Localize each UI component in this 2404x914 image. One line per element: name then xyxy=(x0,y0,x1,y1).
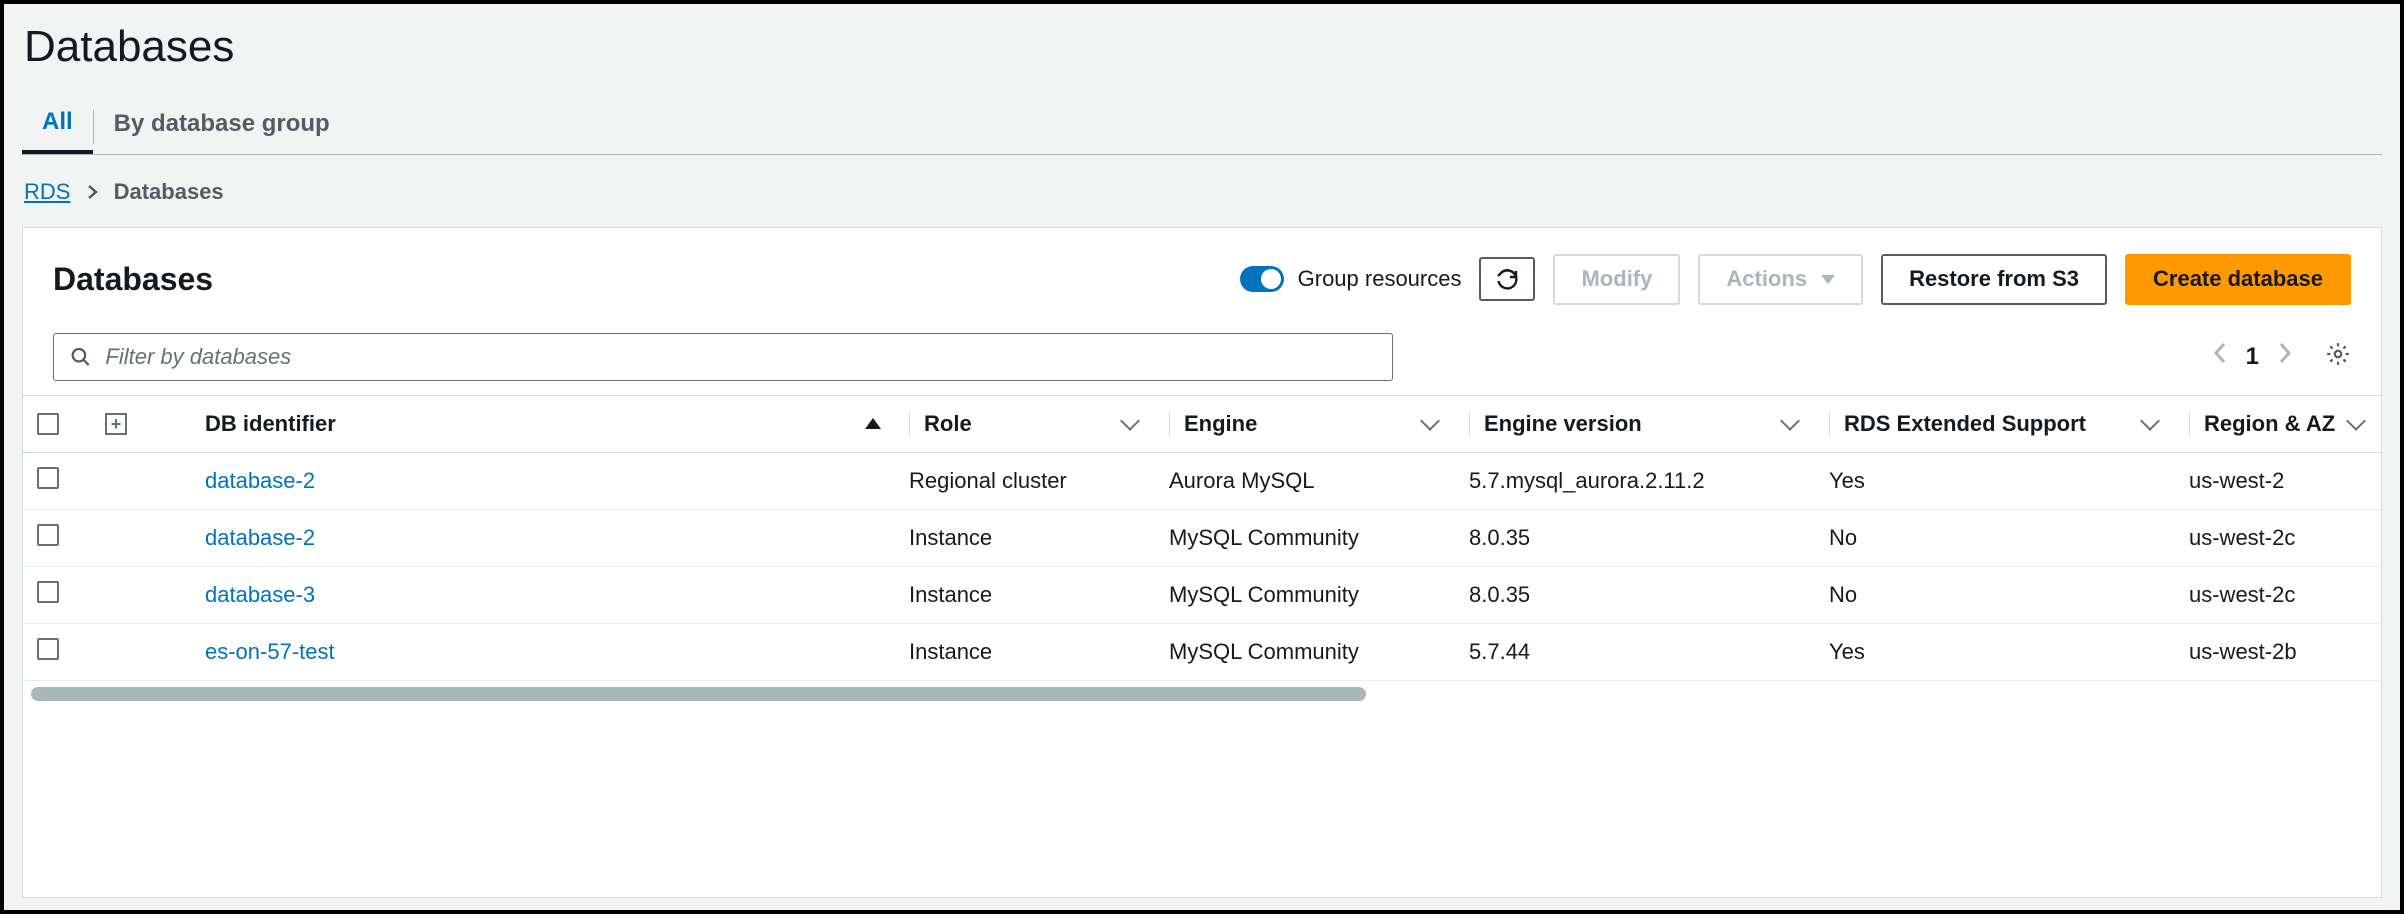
sort-icon xyxy=(1420,411,1440,431)
table-row: database-2 Regional clusterAurora MySQL5.… xyxy=(23,452,2381,509)
cell-region: us-west-2b xyxy=(2175,623,2381,680)
sort-icon xyxy=(2346,411,2366,431)
table-row: es-on-57-test InstanceMySQL Community5.7.… xyxy=(23,623,2381,680)
db-identifier-link[interactable]: database-2 xyxy=(205,525,315,550)
tab-by-database-group[interactable]: By database group xyxy=(94,102,350,152)
cell-region: us-west-2c xyxy=(2175,509,2381,566)
filter-box[interactable] xyxy=(53,333,1393,381)
col-engine-version[interactable]: Engine version xyxy=(1455,395,1815,452)
create-database-button[interactable]: Create database xyxy=(2125,254,2351,305)
col-role-label: Role xyxy=(924,411,972,437)
refresh-button[interactable] xyxy=(1479,257,1535,301)
pager: 1 xyxy=(2212,341,2351,373)
cell-engine: Aurora MySQL xyxy=(1155,452,1455,509)
cell-engine-version: 8.0.35 xyxy=(1455,509,1815,566)
group-resources-toggle[interactable]: Group resources xyxy=(1240,266,1462,292)
tabs: All By database group xyxy=(22,100,2382,155)
cell-extended-support: No xyxy=(1815,566,2175,623)
cell-engine-version: 5.7.mysql_aurora.2.11.2 xyxy=(1455,452,1815,509)
table-row: database-3 InstanceMySQL Community8.0.35N… xyxy=(23,566,2381,623)
header-actions: Group resources Modify Actions Restore f… xyxy=(1240,254,2351,305)
db-identifier-link[interactable]: database-2 xyxy=(205,468,315,493)
col-db-identifier[interactable]: DB identifier xyxy=(155,395,895,452)
modify-button[interactable]: Modify xyxy=(1553,254,1680,305)
row-checkbox[interactable] xyxy=(37,638,59,660)
toggle-label: Group resources xyxy=(1298,266,1462,292)
cell-engine: MySQL Community xyxy=(1155,623,1455,680)
page-number: 1 xyxy=(2246,343,2259,371)
actions-label: Actions xyxy=(1726,264,1807,295)
actions-button[interactable]: Actions xyxy=(1698,254,1863,305)
cell-engine-version: 5.7.44 xyxy=(1455,623,1815,680)
col-engine-version-label: Engine version xyxy=(1484,411,1642,437)
settings-button[interactable] xyxy=(2325,341,2351,373)
row-checkbox[interactable] xyxy=(37,467,59,489)
col-role[interactable]: Role xyxy=(895,395,1155,452)
next-page-button[interactable] xyxy=(2277,341,2293,372)
select-all-checkbox[interactable] xyxy=(37,413,59,435)
breadcrumb-current: Databases xyxy=(114,179,224,204)
cell-role: Regional cluster xyxy=(895,452,1155,509)
gear-icon xyxy=(2325,341,2351,367)
table-row: database-2 InstanceMySQL Community8.0.35N… xyxy=(23,509,2381,566)
databases-table: + DB identifier Role Engine Engine versi… xyxy=(23,395,2381,681)
col-engine[interactable]: Engine xyxy=(1155,395,1455,452)
db-identifier-link[interactable]: database-3 xyxy=(205,582,315,607)
col-extended-support[interactable]: RDS Extended Support xyxy=(1815,395,2175,452)
cell-role: Instance xyxy=(895,509,1155,566)
filter-input[interactable] xyxy=(105,344,1376,370)
cell-extended-support: Yes xyxy=(1815,452,2175,509)
tab-all[interactable]: All xyxy=(22,100,93,154)
filter-row: 1 xyxy=(23,319,2381,395)
restore-from-s3-button[interactable]: Restore from S3 xyxy=(1881,254,2107,305)
refresh-icon xyxy=(1495,267,1519,291)
scrollbar-thumb[interactable] xyxy=(31,687,1366,701)
panel-header: Databases Group resources Modify Actions… xyxy=(23,228,2381,319)
horizontal-scrollbar[interactable] xyxy=(31,687,2373,701)
chevron-right-icon xyxy=(87,183,104,203)
col-extended-support-label: RDS Extended Support xyxy=(1844,411,2086,437)
sort-asc-icon xyxy=(865,418,881,429)
cell-extended-support: Yes xyxy=(1815,623,2175,680)
panel-title: Databases xyxy=(53,261,213,298)
cell-engine-version: 8.0.35 xyxy=(1455,566,1815,623)
databases-panel: Databases Group resources Modify Actions… xyxy=(22,227,2382,898)
db-identifier-link[interactable]: es-on-57-test xyxy=(205,639,335,664)
sort-icon xyxy=(2140,411,2160,431)
databases-table-wrapper: + DB identifier Role Engine Engine versi… xyxy=(23,395,2381,681)
prev-page-button[interactable] xyxy=(2212,341,2228,372)
breadcrumb: RDS Databases xyxy=(22,155,2382,227)
breadcrumb-rds[interactable]: RDS xyxy=(24,179,70,204)
table-header-row: + DB identifier Role Engine Engine versi… xyxy=(23,395,2381,452)
col-engine-label: Engine xyxy=(1184,411,1257,437)
expand-all-icon[interactable]: + xyxy=(105,413,127,435)
chevron-down-icon xyxy=(1821,275,1835,284)
sort-icon xyxy=(1780,411,1800,431)
search-icon xyxy=(70,346,91,368)
page-title: Databases xyxy=(22,22,2382,72)
cell-extended-support: No xyxy=(1815,509,2175,566)
cell-region: us-west-2 xyxy=(2175,452,2381,509)
sort-icon xyxy=(1120,411,1140,431)
cell-region: us-west-2c xyxy=(2175,566,2381,623)
cell-engine: MySQL Community xyxy=(1155,509,1455,566)
col-region-az[interactable]: Region & AZ xyxy=(2175,395,2381,452)
cell-role: Instance xyxy=(895,566,1155,623)
cell-engine: MySQL Community xyxy=(1155,566,1455,623)
col-db-identifier-label: DB identifier xyxy=(205,411,336,437)
row-checkbox[interactable] xyxy=(37,581,59,603)
cell-role: Instance xyxy=(895,623,1155,680)
col-region-label: Region & AZ xyxy=(2204,411,2335,437)
toggle-switch[interactable] xyxy=(1240,266,1284,292)
row-checkbox[interactable] xyxy=(37,524,59,546)
